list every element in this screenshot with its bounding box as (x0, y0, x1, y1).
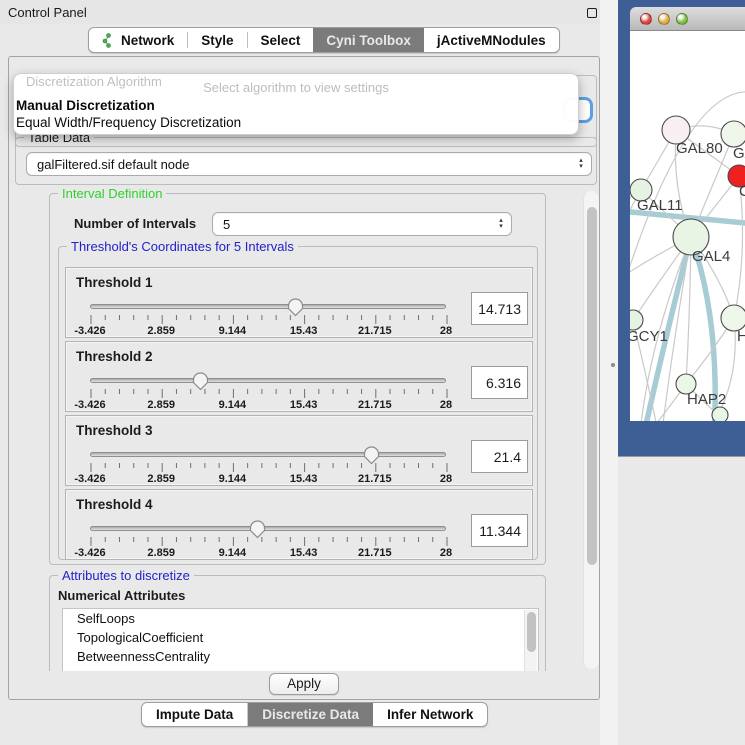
tab-select[interactable]: Select (248, 28, 314, 52)
tab-impute-data[interactable]: Impute Data (142, 703, 248, 726)
network-node-label: GA (733, 145, 745, 162)
apply-button[interactable]: Apply (269, 673, 339, 695)
network-node-label: C (739, 183, 745, 200)
threshold-slider[interactable]: -3.4262.8599.14415.4321.71528 (90, 372, 446, 412)
slider-ticks (90, 463, 448, 473)
list-item[interactable]: BetweennessCentrality (63, 647, 538, 666)
network-canvas[interactable]: GAL80 GA C GAL11 GAL4 GCY1 H HAP2 (630, 31, 745, 421)
slider-ticks (90, 315, 448, 325)
slider-tick-labels: -3.4262.8599.14415.4321.71528 (90, 325, 446, 337)
slider-track[interactable] (90, 378, 446, 383)
table-data-select[interactable]: galFiltered.sif default node ▴▾ (26, 152, 592, 176)
popup-hint: Select algorithm to view settings (14, 80, 578, 95)
network-node-label: GAL11 (637, 197, 683, 214)
panel-scrollbar-thumb[interactable] (587, 207, 597, 565)
network-node (630, 310, 643, 330)
numerical-attributes-list: SelfLoopsTopologicalCoefficientBetweenne… (62, 608, 539, 671)
float-window-icon[interactable] (587, 8, 597, 18)
num-intervals-label: Number of Intervals (74, 216, 196, 231)
control-panel-titlebar: Control Panel ✕ (0, 0, 618, 24)
threshold-slider[interactable]: -3.4262.8599.14415.4321.71528 (90, 298, 446, 338)
threshold-slider[interactable]: -3.4262.8599.14415.4321.71528 (90, 446, 446, 486)
cyni-toolbox-panel: Discretization Algorithm Select algorith… (8, 56, 600, 700)
slider-tick-labels: -3.4262.8599.14415.4321.71528 (90, 399, 446, 411)
tab-discretize-data[interactable]: Discretize Data (248, 703, 373, 726)
threshold-box: Threshold 3 -3.4262.8599.14415.4321.7152… (65, 415, 533, 486)
tab-infer-network[interactable]: Infer Network (373, 703, 487, 726)
threshold-box: Threshold 1 -3.4262.8599.14415.4321.7152… (65, 267, 533, 338)
scroll-viewport: Interval Definition Number of Intervals … (11, 189, 583, 671)
slider-ticks (90, 389, 448, 399)
threshold-label: Threshold 3 (76, 423, 153, 438)
panel-title: Control Panel (8, 5, 87, 20)
threshold-value-field[interactable]: 11.344 (471, 514, 528, 547)
zoom-traffic-light-icon[interactable] (676, 13, 688, 25)
slider-track[interactable] (90, 526, 446, 531)
network-window-titlebar[interactable] (630, 7, 745, 31)
network-node-label: GAL80 (676, 140, 723, 157)
top-tab-bar: Network Style Select Cyni Toolbox jActiv… (88, 27, 560, 53)
numerical-attributes-label: Numerical Attributes (58, 588, 185, 603)
slider-tick-labels: -3.4262.8599.14415.4321.71528 (90, 473, 446, 485)
algorithm-dropdown-popup: Discretization Algorithm Select algorith… (13, 73, 579, 135)
slider-track[interactable] (90, 304, 446, 309)
interval-definition-group: Interval Definition Number of Intervals … (49, 193, 546, 565)
tab-style[interactable]: Style (188, 28, 246, 52)
list-item[interactable]: SelfLoops (63, 609, 538, 628)
minimize-traffic-light-icon[interactable] (658, 13, 670, 25)
network-node-label: HAP2 (687, 391, 726, 408)
threshold-slider[interactable]: -3.4262.8599.14415.4321.71528 (90, 520, 446, 560)
spinner-arrows-icon[interactable]: ▴▾ (495, 218, 511, 230)
popup-option-equal-width[interactable]: Equal Width/Frequency Discretization (16, 115, 241, 130)
attributes-group-label: Attributes to discretize (58, 568, 194, 583)
table-panel-section: Table Panel ⚙ ☑ ☑ shared… na YDL19… YDL1… (618, 456, 745, 745)
threshold-box: Threshold 4 -3.4262.8599.14415.4321.7152… (65, 489, 533, 560)
tab-network[interactable]: Network (89, 28, 187, 52)
popup-option-manual[interactable]: Manual Discretization (16, 98, 155, 113)
slider-tick-labels: -3.4262.8599.14415.4321.71528 (90, 547, 446, 559)
network-node-label: GCY1 (630, 328, 668, 345)
threshold-label: Threshold 4 (76, 497, 153, 512)
tab-cyni-toolbox[interactable]: Cyni Toolbox (313, 28, 424, 52)
panel-scrollbar[interactable] (583, 191, 599, 669)
list-scrollbar[interactable] (524, 610, 537, 671)
threshold-value-field[interactable]: 14.713 (471, 292, 528, 325)
tab-jactivemnodules[interactable]: jActiveMNodules (424, 28, 559, 52)
interval-definition-label: Interval Definition (58, 189, 166, 201)
list-item[interactable]: TopologicalCoefficient (63, 628, 538, 647)
divider-grip-icon[interactable] (611, 363, 615, 367)
close-traffic-light-icon[interactable] (640, 13, 652, 25)
slider-ticks (90, 537, 448, 547)
thresholds-group: Threshold's Coordinates for 5 Intervals … (58, 246, 538, 560)
threshold-label: Threshold 1 (76, 275, 153, 290)
network-node (712, 407, 728, 421)
threshold-value-field[interactable]: 21.4 (471, 440, 528, 473)
network-node-label: H (737, 328, 745, 345)
combo-arrows-icon[interactable]: ▴▾ (575, 158, 591, 170)
bottom-tab-bar: Impute Data Discretize Data Infer Networ… (141, 702, 488, 727)
network-graph: GAL80 GA C GAL11 GAL4 GCY1 H HAP2 (630, 31, 745, 421)
threshold-box: Threshold 2 -3.4262.8599.14415.4321.7152… (65, 341, 533, 412)
attributes-group: Attributes to discretize Numerical Attri… (49, 575, 546, 671)
panel-divider[interactable] (600, 0, 618, 745)
table-data-group: Table Data galFiltered.sif default node … (15, 137, 597, 185)
network-node (721, 121, 745, 147)
slider-track[interactable] (90, 452, 446, 457)
threshold-value-field[interactable]: 6.316 (471, 366, 528, 399)
network-icon (102, 33, 115, 48)
threshold-label: Threshold 2 (76, 349, 153, 364)
network-node-label: GAL4 (692, 248, 730, 265)
num-intervals-spinner[interactable]: 5 ▴▾ (212, 212, 512, 236)
thresholds-group-label: Threshold's Coordinates for 5 Intervals (67, 239, 298, 254)
